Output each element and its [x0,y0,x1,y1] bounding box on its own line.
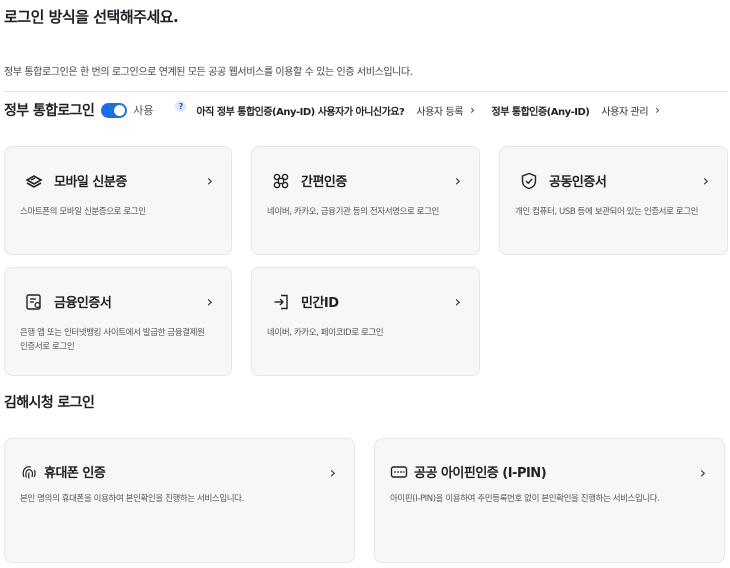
anyid-label: 정부 통합인증(Any-ID) [491,106,590,118]
card-title: 공공 아이핀인증 (I-PIN) [414,466,547,481]
section-title: 김해시청 로그인 [4,395,95,411]
help-icon[interactable]: ? [175,100,187,112]
chevron-right-icon: › [206,171,213,190]
login-card-ipin[interactable]: 공공 아이핀인증 (I-PIN) › 아이핀(I-PIN)을 이용하여 주민등록… [374,438,725,563]
card-description: 본인 명의의 휴대폰을 이용하여 본인확인을 진행하는 서비스입니다. [20,494,244,504]
gov-login-bar: 정부 통합로그인 사용 ? 아직 정부 통합인증(Any-ID) 사용자가 아니… [4,98,728,122]
chevron-right-icon: › [454,171,461,190]
chevron-right-icon: › [454,292,461,311]
manage-link-label: 사용자 관리 [601,106,649,118]
manage-link[interactable]: 사용자 관리 › [601,103,660,118]
card-description: 아이핀(I-PIN)을 이용하여 주민등록번호 없이 본인확인을 진행하는 서비… [390,494,660,504]
chevron-right-icon: › [329,463,336,482]
page-title: 로그인 방식을 선택해주세요. [4,8,179,26]
card-title: 금융인증서 [54,296,112,311]
card-title: 공동인증서 [549,175,607,190]
certificate-icon [25,293,43,311]
divider [4,91,728,92]
card-title: 간편인증 [301,175,347,190]
card-description: 네이버, 카카오, 금융기관 등의 전자서명으로 로그인 [267,207,439,217]
register-link[interactable]: 사용자 등록 › [416,103,475,118]
card-title: 휴대폰 인증 [44,466,106,481]
gov-login-label: 정부 통합로그인 [4,103,95,119]
chevron-right-icon: › [655,103,660,117]
simple-auth-icon [272,172,290,190]
card-description: 스마트폰의 모바일 신분증으로 로그인 [20,207,146,217]
login-arrow-icon [272,293,290,311]
login-card-simple-auth[interactable]: 간편인증 › 네이버, 카카오, 금융기관 등의 전자서명으로 로그인 [251,146,480,255]
mobile-id-icon [25,172,43,190]
toggle-knob [114,104,126,116]
anyid-question: 아직 정부 통합인증(Any-ID) 사용자가 아니신가요? [196,106,405,118]
shield-check-icon [520,172,538,190]
login-card-private-id[interactable]: 민간ID › 네이버, 카카오, 페이코ID로 로그인 [251,267,480,376]
ipin-card-icon [390,463,408,481]
page-description: 정부 통합로그인은 한 번의 로그인으로 연계된 모든 공공 웹서비스를 이용할… [4,67,413,78]
card-title: 민간ID [301,296,339,311]
card-description: 네이버, 카카오, 페이코ID로 로그인 [267,328,384,338]
chevron-right-icon: › [699,463,706,482]
card-title: 모바일 신분증 [54,175,127,190]
gov-login-toggle[interactable] [101,102,128,118]
card-description: 은행 앱 또는 인터넷뱅킹 사이트에서 발급한 금융결제원 인증서로 로그인 [20,328,205,352]
login-card-phone-auth[interactable]: 휴대폰 인증 › 본인 명의의 휴대폰을 이용하여 본인확인을 진행하는 서비스… [4,438,355,563]
login-card-mobile-id[interactable]: 모바일 신분증 › 스마트폰의 모바일 신분증으로 로그인 [4,146,232,255]
login-card-financial-cert[interactable]: 금융인증서 › 은행 앱 또는 인터넷뱅킹 사이트에서 발급한 금융결제원 인증… [4,267,232,376]
toggle-state-text: 사용 [133,104,154,117]
login-card-joint-cert[interactable]: 공동인증서 › 개인 컴퓨터, USB 등에 보관되어 있는 인증서로 로그인 [499,146,728,255]
card-description: 개인 컴퓨터, USB 등에 보관되어 있는 인증서로 로그인 [515,207,699,217]
chevron-right-icon: › [702,171,709,190]
chevron-right-icon: › [470,103,475,117]
register-link-label: 사용자 등록 [416,106,464,118]
chevron-right-icon: › [206,292,213,311]
fingerprint-icon [20,463,38,481]
